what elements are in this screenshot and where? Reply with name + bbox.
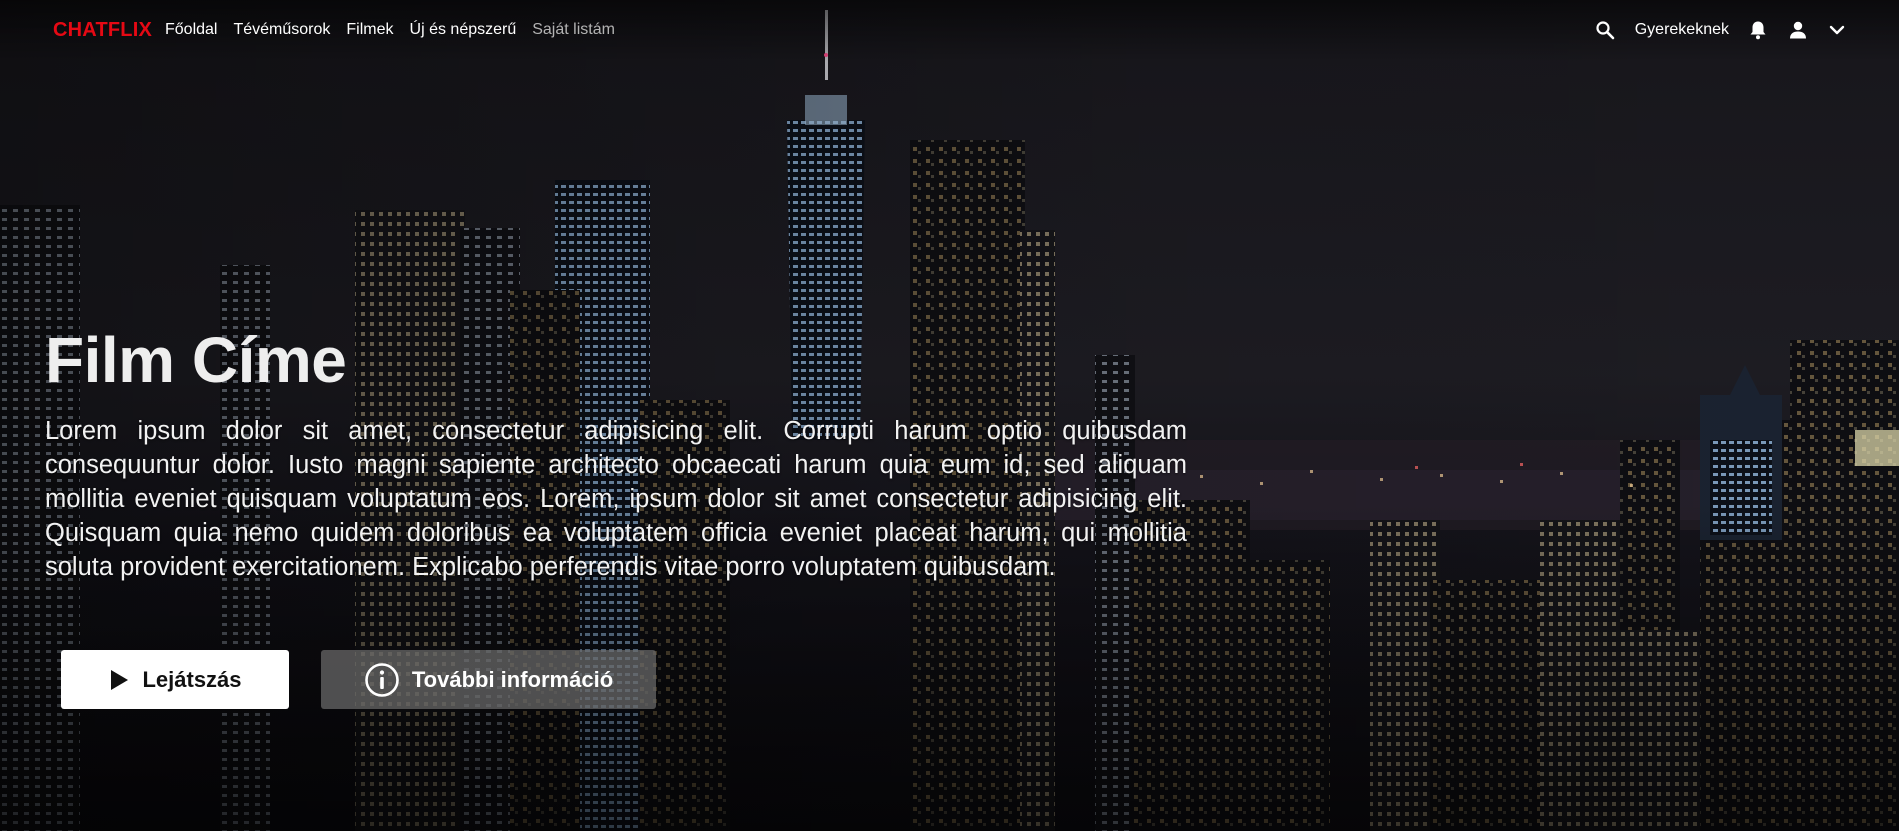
more-info-button[interactable]: További információ: [321, 650, 656, 709]
info-icon: [364, 662, 400, 698]
more-info-button-label: További információ: [411, 666, 614, 692]
hero-title: Film Címe: [45, 324, 347, 396]
search-icon[interactable]: [1595, 20, 1615, 40]
play-button[interactable]: Lejátszás: [61, 650, 289, 709]
nav-item-new-popular[interactable]: Új és népszerű: [410, 21, 517, 39]
top-navigation-bar: CHATFLIX Főoldal Tévéműsorok Filmek Új é…: [0, 0, 1899, 62]
play-button-label: Lejátszás: [142, 666, 242, 692]
kids-link[interactable]: Gyerekeknek: [1635, 21, 1729, 39]
play-icon: [108, 668, 130, 692]
nav-item-home[interactable]: Főoldal: [165, 21, 217, 39]
app-root: CHATFLIX Főoldal Tévéműsorok Filmek Új é…: [0, 0, 1899, 831]
bell-icon[interactable]: [1749, 20, 1767, 40]
nav-item-movies[interactable]: Filmek: [346, 21, 393, 39]
brand-logo[interactable]: CHATFLIX: [53, 19, 152, 42]
main-nav: Főoldal Tévéműsorok Filmek Új és népszer…: [165, 21, 615, 39]
chevron-down-icon[interactable]: [1829, 24, 1845, 36]
header-right-tools: Gyerekeknek: [1595, 16, 1845, 44]
hero-description: Lorem ipsum dolor sit amet, consectetur …: [45, 417, 1187, 581]
profile-icon[interactable]: [1789, 21, 1807, 39]
nav-item-tv-shows[interactable]: Tévéműsorok: [233, 21, 330, 39]
nav-item-my-list[interactable]: Saját listám: [532, 21, 615, 39]
